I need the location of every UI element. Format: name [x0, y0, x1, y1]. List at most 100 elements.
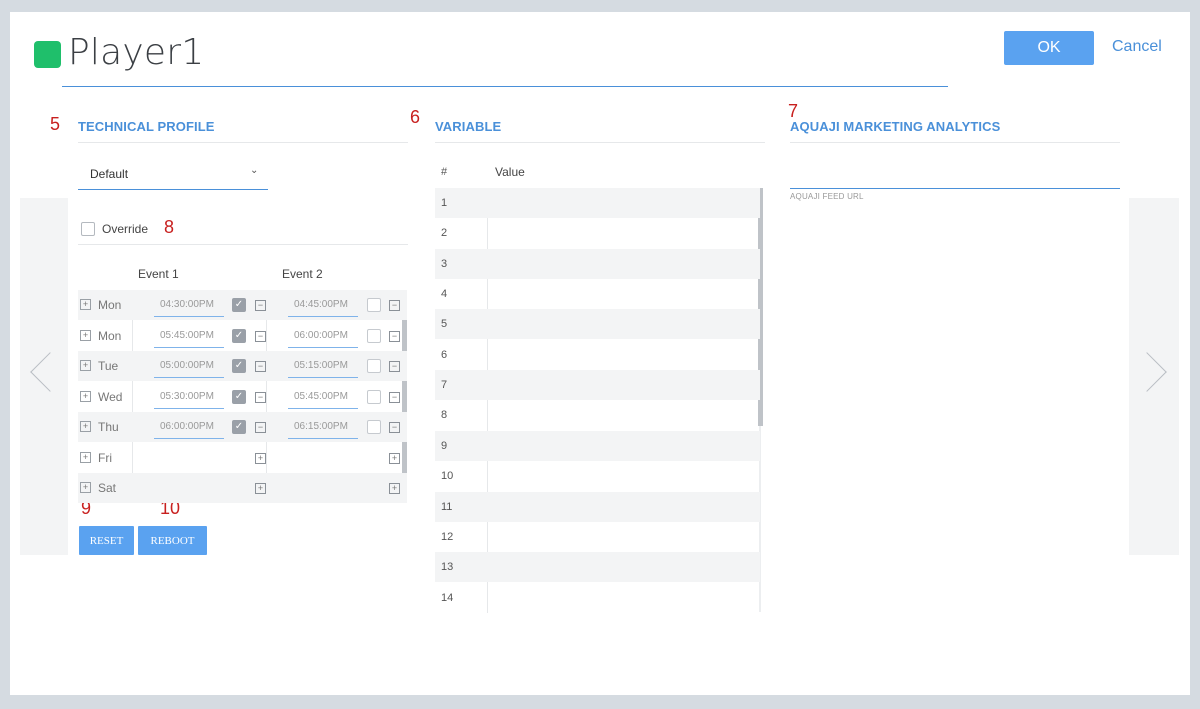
variable-row[interactable]: 9 — [435, 430, 760, 461]
variable-row-number: 2 — [441, 227, 448, 240]
event-time-input[interactable]: 05:15:00PM — [294, 360, 348, 371]
event-enable-checkbox[interactable] — [367, 359, 381, 373]
schedule-row: + Mon 04:30:00PM ✓ −04:45:00PM − — [78, 290, 407, 320]
expand-plus-icon[interactable]: + — [80, 299, 91, 310]
marker-8: 8 — [164, 217, 175, 237]
variable-row[interactable]: 12 — [435, 522, 760, 552]
event-time-input[interactable]: 05:00:00PM — [160, 360, 214, 371]
add-event-plus-icon[interactable]: + — [389, 483, 400, 494]
prev-panel[interactable] — [20, 198, 70, 555]
variable-row[interactable]: 10 — [435, 461, 760, 491]
event-time-input[interactable]: 05:45:00PM — [294, 391, 348, 402]
expand-plus-icon[interactable]: + — [80, 329, 91, 341]
status-indicator — [34, 41, 61, 68]
add-event-plus-icon[interactable]: + — [389, 452, 400, 464]
event-enable-checkbox[interactable] — [367, 389, 381, 404]
variable-row-number: 13 — [441, 561, 454, 574]
time-underline — [154, 316, 224, 317]
add-event-plus-icon[interactable]: + — [255, 483, 266, 494]
next-panel[interactable] — [1127, 198, 1179, 555]
section-divider — [435, 142, 765, 143]
time-underline — [288, 346, 358, 348]
event-time-input[interactable]: 06:00:00PM — [294, 330, 348, 341]
remove-event-minus-icon[interactable]: − — [389, 300, 400, 311]
variable-row[interactable]: 8 — [435, 400, 760, 430]
event-enable-checkbox[interactable]: ✓ — [232, 359, 246, 373]
variable-row[interactable]: 6 — [435, 340, 760, 370]
cancel-button[interactable]: Cancel — [1112, 38, 1162, 56]
event-enable-checkbox[interactable]: ✓ — [232, 298, 246, 312]
remove-event-minus-icon[interactable]: − — [389, 361, 400, 372]
event-enable-checkbox[interactable] — [367, 420, 381, 434]
expand-plus-icon[interactable]: + — [80, 482, 91, 493]
remove-event-minus-icon[interactable]: − — [255, 361, 266, 372]
expand-plus-icon[interactable]: + — [80, 421, 91, 432]
schedule-row: + Mon 05:45:00PM ✓ −06:00:00PM − — [78, 321, 407, 351]
override-checkbox[interactable] — [81, 222, 95, 236]
event-enable-checkbox[interactable] — [367, 328, 381, 343]
time-underline — [288, 407, 358, 409]
day-label: Sat — [98, 481, 117, 495]
remove-event-minus-icon[interactable]: − — [255, 330, 266, 342]
variable-row-number: 3 — [441, 257, 448, 270]
chevron-right-icon[interactable] — [1127, 352, 1167, 392]
variable-row-number: 12 — [441, 530, 454, 543]
remove-event-minus-icon[interactable]: − — [255, 422, 266, 433]
remove-event-minus-icon[interactable]: − — [255, 391, 266, 403]
variable-row[interactable]: 2 — [435, 218, 760, 248]
ok-button[interactable]: OK — [1004, 31, 1094, 65]
variable-row[interactable]: 5 — [435, 309, 760, 340]
expand-plus-icon[interactable]: + — [80, 390, 91, 402]
variable-row[interactable]: 13 — [435, 552, 760, 583]
variable-row-number: 10 — [441, 470, 454, 483]
event-enable-checkbox[interactable]: ✓ — [232, 328, 246, 343]
event-time-input[interactable]: 04:30:00PM — [160, 299, 214, 310]
event-time-input[interactable]: 06:00:00PM — [160, 421, 214, 432]
profile-select-value: Default — [90, 167, 129, 181]
variable-row-number: 11 — [441, 500, 453, 513]
add-event-plus-icon[interactable]: + — [255, 452, 266, 464]
event-time-input[interactable]: 05:45:00PM — [160, 330, 214, 341]
time-underline — [288, 438, 358, 439]
reset-button[interactable]: RESET — [79, 526, 134, 555]
day-label: Mon — [98, 328, 122, 343]
marker-5: 5 — [50, 114, 61, 134]
variable-row-number: 5 — [441, 318, 448, 331]
variable-row[interactable]: 7 — [435, 370, 760, 401]
variable-row-number: 7 — [441, 379, 448, 392]
event-enable-checkbox[interactable]: ✓ — [232, 420, 246, 434]
override-label: Override — [102, 222, 149, 236]
override-divider — [78, 244, 408, 245]
remove-event-minus-icon[interactable]: − — [389, 391, 400, 403]
chevron-left-icon[interactable] — [30, 352, 70, 392]
variable-row[interactable]: 1 — [435, 188, 760, 218]
variable-row[interactable]: 4 — [435, 279, 760, 309]
event-enable-checkbox[interactable]: ✓ — [232, 389, 246, 404]
reboot-button[interactable]: REBOOT — [138, 526, 207, 555]
time-underline — [154, 346, 224, 348]
chevron-down-icon[interactable]: ⌄ — [250, 165, 258, 176]
variable-col-num: # — [441, 166, 448, 178]
variable-row[interactable]: 3 — [435, 248, 760, 279]
expand-plus-icon[interactable]: + — [80, 360, 91, 371]
remove-event-minus-icon[interactable]: − — [389, 422, 400, 433]
feed-url-underline — [790, 188, 1120, 189]
expand-plus-icon[interactable]: + — [80, 451, 91, 463]
event1-header: Event 1 — [138, 267, 179, 281]
remove-event-minus-icon[interactable]: − — [255, 300, 266, 311]
variable-row[interactable]: 14 — [435, 583, 760, 613]
event-enable-checkbox[interactable] — [367, 298, 381, 312]
time-underline — [288, 377, 358, 378]
day-label: Mon — [98, 298, 122, 312]
day-label: Thu — [98, 420, 119, 434]
time-underline — [154, 438, 224, 439]
schedule-row: + Sat + + — [78, 473, 407, 503]
variable-row[interactable]: 11 — [435, 491, 760, 522]
title-underline — [62, 86, 948, 87]
aquaji-feed-url-label: AQUAJI FEED URL — [790, 192, 864, 201]
event-time-input[interactable]: 06:15:00PM — [294, 421, 348, 432]
aquaji-feed-url-input[interactable] — [790, 162, 1120, 188]
event-time-input[interactable]: 05:30:00PM — [160, 391, 214, 402]
remove-event-minus-icon[interactable]: − — [389, 330, 400, 342]
event-time-input[interactable]: 04:45:00PM — [294, 299, 348, 310]
